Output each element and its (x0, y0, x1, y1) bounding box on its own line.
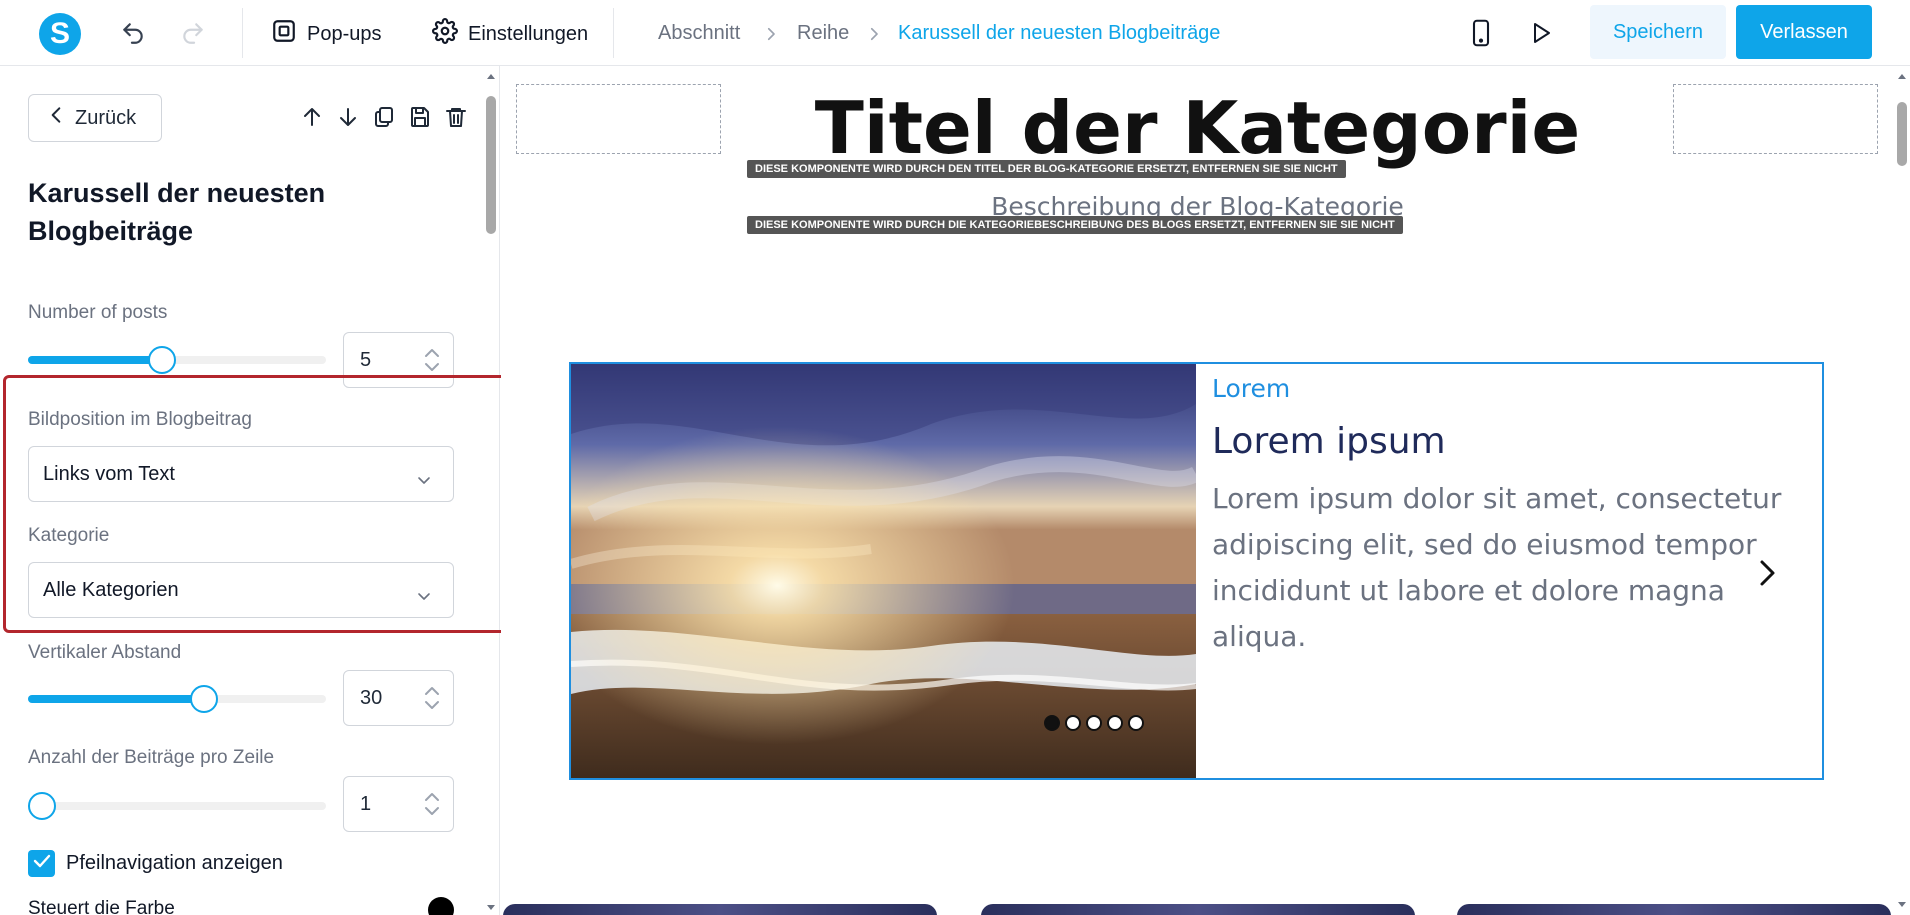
scrollbar-thumb[interactable] (1897, 102, 1907, 166)
page-canvas: Titel der Kategorie DIESE KOMPONENTE WIR… (501, 66, 1894, 915)
number-of-posts-value: 5 (360, 348, 372, 371)
number-of-posts-label: Number of posts (28, 302, 168, 323)
redo-icon[interactable] (178, 18, 208, 48)
canvas-scrollbar[interactable] (1894, 66, 1910, 915)
blog-carousel-card[interactable]: Lorem Lorem ipsum Lorem ipsum dolor sit … (569, 362, 1824, 780)
stepper-icon[interactable] (423, 683, 441, 719)
vertical-spacing-slider[interactable] (28, 685, 326, 713)
save-button[interactable]: Speichern (1590, 5, 1726, 59)
back-button[interactable]: Zurück (28, 94, 162, 142)
app-logo[interactable]: S (39, 13, 81, 55)
chevron-left-icon (49, 105, 63, 131)
carousel-dots (1044, 715, 1144, 731)
breadcrumb-section[interactable]: Abschnitt (658, 22, 740, 45)
breadcrumb-row[interactable]: Reihe (797, 22, 849, 45)
arrow-nav-checkbox[interactable] (28, 850, 55, 877)
breadcrumb-current[interactable]: Karussell der neuesten Blogbeiträge (898, 22, 1220, 45)
undo-icon[interactable] (118, 18, 148, 48)
post-excerpt: Lorem ipsum dolor sit amet, consectetur … (1212, 482, 1782, 653)
stepper-icon[interactable] (423, 789, 441, 825)
slider-fill (28, 695, 204, 703)
category-title[interactable]: Titel der Kategorie (501, 86, 1894, 170)
carousel-dot[interactable] (1107, 715, 1123, 731)
top-toolbar: S Pop-ups Einstellungen Abschnitt Reihe … (0, 0, 1910, 66)
trash-icon[interactable] (444, 104, 468, 135)
back-label: Zurück (75, 106, 137, 129)
posts-per-row-slider[interactable] (28, 792, 326, 820)
panel-title: Karussell der neuesten Blogbeiträge (28, 178, 326, 246)
slider-thumb[interactable] (148, 346, 177, 374)
settings-button[interactable]: Einstellungen (432, 18, 588, 50)
posts-per-row-input[interactable]: 1 (343, 776, 454, 832)
vertical-spacing-input[interactable]: 30 (343, 670, 454, 726)
next-post-thumbnail[interactable] (981, 904, 1415, 915)
number-of-posts-slider[interactable] (28, 346, 326, 374)
posts-per-row-value: 1 (360, 792, 372, 815)
arrow-nav-label: Pfeilnavigation anzeigen (66, 852, 283, 874)
settings-label: Einstellungen (468, 22, 589, 45)
popup-icon (271, 18, 297, 50)
slider-thumb[interactable] (189, 685, 218, 713)
vertical-spacing-label: Vertikaler Abstand (28, 642, 182, 663)
slider-thumb[interactable] (28, 792, 56, 820)
popups-button[interactable]: Pop-ups (271, 18, 382, 50)
checkmark-icon (33, 853, 51, 874)
color-swatch[interactable] (428, 897, 454, 915)
mobile-icon[interactable] (1466, 18, 1496, 48)
carousel-dot[interactable] (1044, 715, 1060, 731)
play-icon[interactable] (1526, 18, 1556, 48)
chevron-right-icon[interactable] (1756, 558, 1778, 593)
posts-per-row-label: Anzahl der Beiträge pro Zeile (28, 747, 275, 768)
popups-label: Pop-ups (307, 22, 382, 45)
chevron-right-icon (762, 24, 780, 49)
slider-fill (28, 356, 163, 364)
exit-button[interactable]: Verlassen (1736, 5, 1872, 59)
toolbar-divider (242, 8, 243, 58)
post-heading[interactable]: Lorem ipsum (1212, 421, 1446, 462)
chevron-right-icon (865, 24, 883, 49)
gear-icon (432, 18, 458, 50)
description-notice-badge: DIESE KOMPONENTE WIRD DURCH DIE KATEGORI… (747, 216, 1403, 234)
toolbar-divider (613, 8, 614, 58)
element-tools (300, 104, 468, 135)
carousel-dot[interactable] (1065, 715, 1081, 731)
vertical-spacing-value: 30 (360, 686, 383, 709)
copy-icon[interactable] (372, 104, 396, 135)
save-icon[interactable] (408, 104, 432, 135)
next-post-thumbnail[interactable] (503, 904, 937, 915)
scrollbar-thumb[interactable] (486, 96, 496, 234)
post-category[interactable]: Lorem (1212, 374, 1290, 403)
title-notice-badge: DIESE KOMPONENTE WIRD DURCH DEN TITEL DE… (747, 160, 1346, 178)
next-post-thumbnail[interactable] (1457, 904, 1891, 915)
arrow-down-icon[interactable] (336, 104, 360, 135)
carousel-dot[interactable] (1128, 715, 1144, 731)
color-control-label: Steuert die Farbe (28, 898, 175, 915)
annotation-highlight-box (3, 375, 514, 633)
carousel-dot[interactable] (1086, 715, 1102, 731)
arrow-up-icon[interactable] (300, 104, 324, 135)
